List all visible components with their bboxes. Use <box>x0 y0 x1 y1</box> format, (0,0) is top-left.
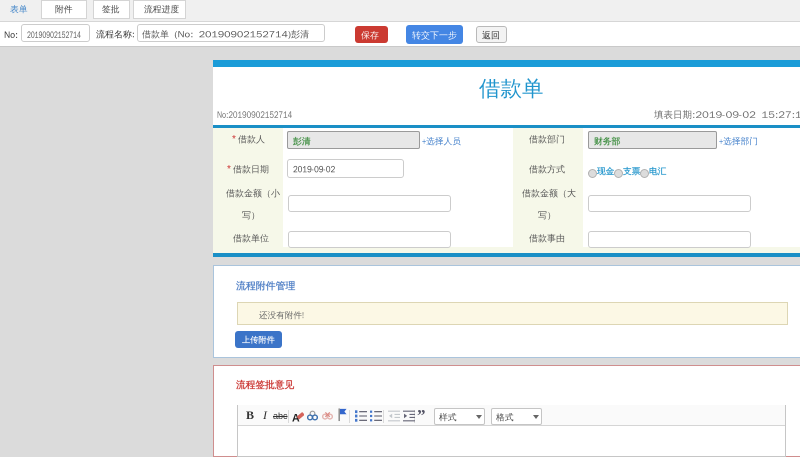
svg-text:”: ” <box>417 406 426 422</box>
